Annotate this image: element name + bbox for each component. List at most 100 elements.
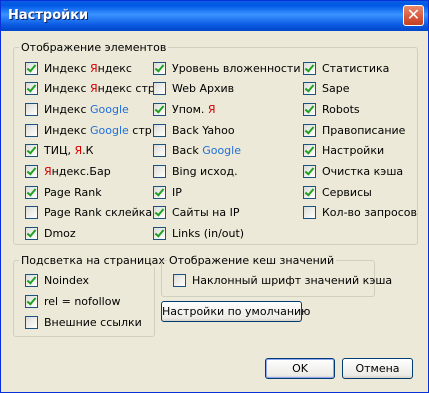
checkbox-option[interactable]: ТИЦ, Я.К <box>25 143 93 159</box>
checkbox-checked-icon[interactable] <box>303 165 316 178</box>
checkbox-option[interactable]: Яндекс.Бар <box>25 164 111 180</box>
checkbox-label: Sape <box>322 82 349 95</box>
ok-button[interactable]: OK <box>265 358 335 379</box>
checkbox-option[interactable]: Индекс Google стр <box>25 122 152 138</box>
checkbox-unchecked-icon[interactable] <box>25 206 38 220</box>
label-part: Я <box>74 144 83 158</box>
checkbox-checked-icon[interactable] <box>25 273 38 287</box>
checkbox-checked-icon[interactable] <box>153 102 166 116</box>
checkbox-checked-icon[interactable] <box>25 165 38 178</box>
checkbox-option[interactable]: rel = nofollow <box>25 293 120 309</box>
checkbox-checked-icon[interactable] <box>25 294 38 308</box>
checkbox-option[interactable]: Dmoz <box>25 226 76 242</box>
checkbox-unchecked-icon[interactable] <box>153 123 166 137</box>
checkbox-checked-icon[interactable] <box>303 102 316 116</box>
checkbox-checked-icon[interactable] <box>153 227 166 241</box>
checkbox-option[interactable]: Web Архив <box>153 81 234 97</box>
checkbox-label: Индекс Яндекс <box>44 62 132 75</box>
checkbox-checked-icon[interactable] <box>153 206 166 220</box>
checkbox-label: Page Rank склейка <box>44 206 152 219</box>
checkbox-unchecked-icon[interactable] <box>303 206 316 220</box>
checkbox-label: Правописание <box>322 124 405 137</box>
checkbox-unchecked-icon[interactable] <box>25 315 38 329</box>
checkbox-label: Уровень вложенности <box>172 62 300 75</box>
checkbox-checked-icon[interactable] <box>153 185 166 199</box>
checkbox-label: Яндекс.Бар <box>44 165 111 178</box>
label-part: Внешние ссылки <box>44 315 142 329</box>
checkbox-option[interactable]: Настройки <box>303 143 384 159</box>
label-part: Dmoz <box>44 227 76 241</box>
checkbox-option[interactable]: Кол-во запросов <box>303 205 417 221</box>
label-part: ндекс.Бар <box>51 165 111 178</box>
checkbox-checked-icon[interactable] <box>25 185 38 199</box>
checkbox-label: Настройки <box>322 144 384 157</box>
label-part: Page Rank склейка <box>44 206 153 220</box>
checkbox-checked-icon[interactable] <box>25 82 38 96</box>
cancel-button[interactable]: Отмена <box>342 358 413 379</box>
checkbox-option[interactable]: Уровень вложенности <box>153 60 300 76</box>
label-part: Индекс <box>44 102 90 116</box>
checkbox-option[interactable]: IP <box>153 184 182 200</box>
default-settings-button[interactable]: Настройки по умолчанию <box>161 301 310 322</box>
label-part: Я <box>89 61 98 75</box>
checkbox-option[interactable]: Статистика <box>303 60 389 76</box>
checkbox-label: Web Архив <box>172 82 234 95</box>
checkbox-option[interactable]: Robots <box>303 101 360 117</box>
label-part: rel = nofollow <box>44 294 121 308</box>
checkbox-checked-icon[interactable] <box>303 185 316 199</box>
close-button[interactable]: ✕ <box>403 5 424 26</box>
checkbox-option[interactable]: Индекс Яндекс стр <box>25 81 155 97</box>
checkbox-label: Сервисы <box>322 186 372 199</box>
checkbox-option[interactable]: Внешние ссылки <box>25 314 142 330</box>
label-part: Back Yahoo <box>172 123 235 137</box>
checkbox-option[interactable]: Bing исход. <box>153 164 238 180</box>
label-part: Google <box>89 102 129 116</box>
group-highlight-legend: Подсветка на страницах <box>19 254 167 267</box>
checkbox-option[interactable]: Back Yahoo <box>153 122 235 138</box>
group-cache-legend: Отображение кеш значений <box>167 254 337 267</box>
checkbox-option[interactable]: Back Google <box>153 143 241 159</box>
checkbox-unchecked-icon[interactable] <box>153 165 166 178</box>
label-part: Очистка кэша <box>322 165 404 178</box>
checkbox-option[interactable]: Наклонный шрифт значений кэша <box>173 272 392 288</box>
label-part: IP <box>172 185 182 199</box>
checkbox-option[interactable]: Сайты на IP <box>153 205 239 221</box>
checkbox-checked-icon[interactable] <box>303 144 316 158</box>
checkbox-option[interactable]: Сервисы <box>303 184 372 200</box>
checkbox-checked-icon[interactable] <box>25 61 38 75</box>
checkbox-option[interactable]: Очистка кэша <box>303 164 403 180</box>
label-part: Индекс <box>44 123 90 137</box>
checkbox-option[interactable]: Page Rank <box>25 184 102 200</box>
checkbox-option[interactable]: Page Rank склейка <box>25 205 152 221</box>
window-title: Настройки <box>8 8 89 23</box>
checkbox-option[interactable]: Упом. Я <box>153 101 216 117</box>
checkbox-unchecked-icon[interactable] <box>25 123 38 137</box>
label-part: ТИЦ, <box>44 144 75 158</box>
checkbox-checked-icon[interactable] <box>303 82 316 96</box>
checkbox-checked-icon[interactable] <box>25 227 38 241</box>
checkbox-label: Back Yahoo <box>172 124 235 137</box>
checkbox-label: ТИЦ, Я.К <box>44 144 93 157</box>
checkbox-checked-icon[interactable] <box>303 61 316 75</box>
checkbox-unchecked-icon[interactable] <box>173 273 186 287</box>
title-bar[interactable]: Настройки ✕ <box>1 1 428 31</box>
label-part: Кол-во запросов <box>322 206 418 220</box>
checkbox-option[interactable]: Sape <box>303 81 349 97</box>
checkbox-checked-icon[interactable] <box>153 61 166 75</box>
checkbox-option[interactable]: Индекс Google <box>25 101 129 117</box>
checkbox-option[interactable]: Noindex <box>25 272 89 288</box>
label-part: Упом. <box>172 102 208 116</box>
label-part: Google <box>89 123 129 137</box>
checkbox-unchecked-icon[interactable] <box>153 144 166 158</box>
checkbox-checked-icon[interactable] <box>303 123 316 137</box>
checkbox-checked-icon[interactable] <box>25 144 38 158</box>
checkbox-label: Сайты на IP <box>172 206 239 219</box>
checkbox-unchecked-icon[interactable] <box>25 102 38 116</box>
group-display-legend: Отображение элементов <box>19 41 169 54</box>
label-part: Индекс <box>44 82 90 96</box>
label-part: Уровень вложенности <box>172 61 301 75</box>
checkbox-option[interactable]: Links (in/out) <box>153 226 244 242</box>
checkbox-unchecked-icon[interactable] <box>153 82 166 96</box>
checkbox-option[interactable]: Правописание <box>303 122 405 138</box>
checkbox-option[interactable]: Индекс Яндекс <box>25 60 132 76</box>
